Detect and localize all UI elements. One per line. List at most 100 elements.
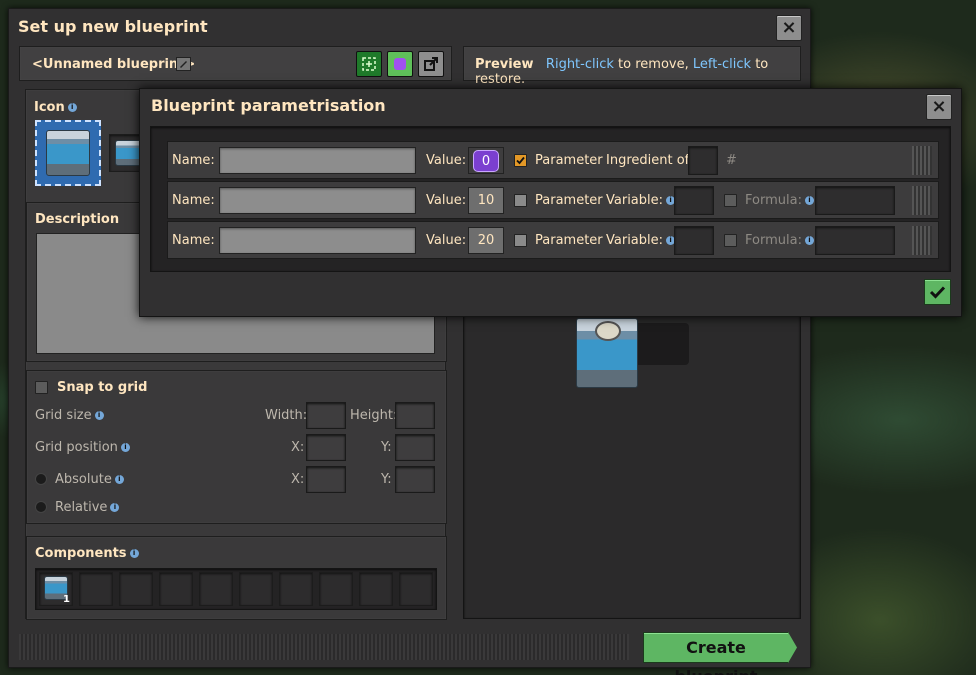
value-label: Value:: [426, 233, 467, 248]
name-input[interactable]: [219, 227, 416, 254]
grid-x-input[interactable]: [306, 434, 346, 461]
component-count: 1: [63, 594, 70, 605]
abs-x-input[interactable]: [306, 466, 346, 493]
components-section: Components i 1: [26, 536, 447, 620]
assembling-machine-icon: [46, 130, 90, 176]
components-label: Components i: [35, 546, 139, 561]
bottom-drag-strip: [19, 634, 629, 660]
value-slot[interactable]: 0: [468, 147, 504, 174]
color-icon[interactable]: [387, 51, 413, 77]
parameter-list: Name: Value: 0 Parameter Ingredient of: …: [150, 126, 951, 272]
name-label: Name:: [172, 193, 215, 208]
component-slot: [159, 572, 193, 606]
parameter-row-1: Name: Value: 0 Parameter Ingredient of: …: [167, 141, 939, 179]
close-icon[interactable]: ×: [926, 94, 952, 120]
width-label: Width:: [265, 408, 308, 423]
component-slot: [319, 572, 353, 606]
height-label: Height:: [350, 408, 398, 423]
absolute-text: Absolute: [55, 472, 112, 487]
close-icon[interactable]: ×: [776, 15, 802, 41]
ingredient-slot[interactable]: [688, 146, 718, 175]
component-slot[interactable]: 1: [39, 572, 73, 606]
export-icon[interactable]: [418, 51, 444, 77]
row-drag-handle[interactable]: [912, 186, 932, 215]
formula-input[interactable]: [815, 226, 895, 255]
confirm-button[interactable]: [924, 279, 951, 305]
variable-input[interactable]: [674, 226, 714, 255]
relative-text: Relative: [55, 500, 108, 515]
remove-hint: to remove,: [613, 57, 693, 72]
formula-checkbox[interactable]: [724, 234, 737, 247]
parameter-value-badge: 0: [473, 150, 499, 172]
machine-dial: [595, 321, 621, 341]
left-click-hint: Left-click: [692, 57, 752, 72]
grid-height-input[interactable]: [395, 402, 435, 429]
parameter-checkbox[interactable]: [514, 154, 527, 167]
formula-checkbox[interactable]: [724, 194, 737, 207]
hash-label: #: [726, 153, 737, 168]
variable-label: Variable: i: [606, 193, 676, 208]
selection-icon[interactable]: [356, 51, 382, 77]
snap-to-grid-label: Snap to grid: [57, 380, 148, 395]
formula-label: Formula: i: [745, 193, 814, 208]
grid-size-label: Grid size i: [35, 408, 104, 423]
icon-slot-1[interactable]: [35, 120, 101, 186]
row-drag-handle[interactable]: [912, 146, 932, 175]
grid-y-input[interactable]: [395, 434, 435, 461]
component-slot: [119, 572, 153, 606]
variable-input[interactable]: [674, 186, 714, 215]
assembling-machine-icon: [576, 318, 638, 388]
parameter-row-2: Name: Value: 10 Parameter Variable: i For…: [167, 181, 939, 219]
value-label: Value:: [426, 153, 467, 168]
icon-label: Icon: [34, 100, 65, 115]
parameter-checkbox[interactable]: [514, 194, 527, 207]
info-icon: i: [94, 411, 104, 420]
parameter-label: Parameter: [535, 153, 603, 168]
value-label: Value:: [426, 193, 467, 208]
component-slot: [239, 572, 273, 606]
snap-to-grid-checkbox[interactable]: [35, 381, 48, 394]
info-icon: i: [129, 549, 139, 558]
info-icon: i: [67, 103, 77, 112]
formula-label: Formula: i: [745, 233, 814, 248]
row-drag-handle[interactable]: [912, 226, 932, 255]
create-button-arrow: [788, 632, 797, 663]
create-blueprint-button[interactable]: Create blueprint: [643, 632, 789, 675]
components-grid: 1: [35, 568, 437, 610]
preview-label: Preview: [475, 57, 534, 72]
value-input[interactable]: 20: [468, 227, 504, 254]
abs-y-label: Y:: [381, 472, 392, 487]
absolute-radio[interactable]: [35, 473, 47, 485]
grid-position-label: Grid position i: [35, 440, 130, 455]
grid-position-text: Grid position: [35, 440, 118, 455]
formula-input[interactable]: [815, 186, 895, 215]
abs-x-label: X:: [291, 472, 305, 487]
relative-radio[interactable]: [35, 501, 47, 513]
grid-width-input[interactable]: [306, 402, 346, 429]
value-input[interactable]: 10: [468, 187, 504, 214]
components-text: Components: [35, 546, 127, 561]
pencil-icon[interactable]: [176, 57, 191, 71]
component-slot: [199, 572, 233, 606]
abs-y-input[interactable]: [395, 466, 435, 493]
parameter-checkbox[interactable]: [514, 234, 527, 247]
component-slot: [79, 572, 113, 606]
formula-text: Formula:: [745, 193, 802, 208]
name-input[interactable]: [219, 147, 416, 174]
info-icon: i: [804, 196, 814, 205]
component-slot: [279, 572, 313, 606]
blueprint-name-bar: <Unnamed blueprint>: [19, 46, 452, 81]
description-label: Description: [35, 212, 120, 227]
variable-text: Variable:: [606, 193, 664, 208]
preview-shadow: [629, 323, 689, 365]
name-input[interactable]: [219, 187, 416, 214]
name-label: Name:: [172, 153, 215, 168]
grid-size-text: Grid size: [35, 408, 92, 423]
snap-section: Snap to grid Grid size i Width: Height: G…: [26, 370, 447, 524]
blueprint-name: <Unnamed blueprint>: [32, 57, 196, 72]
formula-text: Formula:: [745, 233, 802, 248]
info-icon: i: [114, 475, 124, 484]
name-label: Name:: [172, 233, 215, 248]
window-title: Set up new blueprint: [18, 17, 208, 36]
icon-section-label: Icon i: [34, 100, 77, 115]
